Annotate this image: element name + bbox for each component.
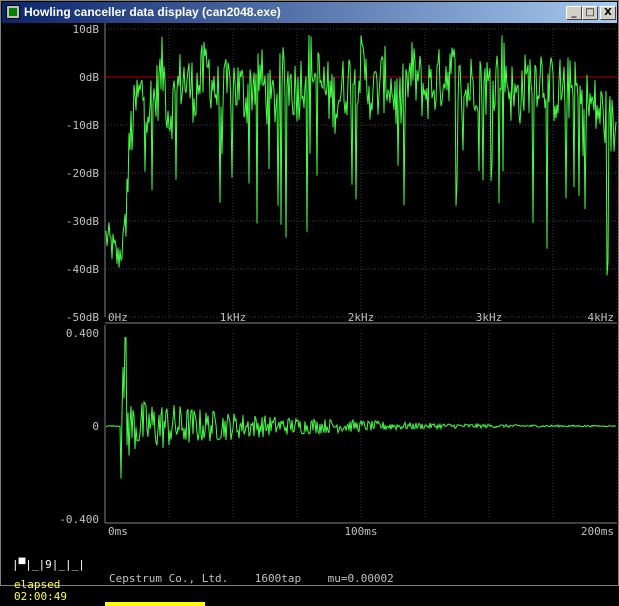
segment-indicator-text: |▀|_|9|_|_|: [12, 558, 85, 571]
elapsed-time: 02:00:49: [14, 590, 67, 603]
footer-info: Cepstrum Co., Ltd. 1600tap mu=0.00002: [109, 572, 394, 585]
spectrum-y-tick-label: -50dB: [66, 311, 99, 324]
client-area: 10dB 0dB -10dB -20dB -30dB -40dB -50dB 0Hz 1kHz 2…: [2, 23, 617, 606]
segment-indicator: |▀|_|9|_|_|: [12, 558, 85, 571]
spectrum-y-tick-label: -30dB: [66, 215, 99, 228]
maximize-button[interactable]: □: [582, 6, 598, 20]
spectrum-y-tick-label: 0dB: [79, 71, 99, 84]
impulse-plot: 0.400 0 -0.400 0ms 100ms 200ms: [59, 325, 617, 538]
spectrum-x-tick-label: 3kHz: [476, 311, 503, 324]
plots-canvas: 10dB 0dB -10dB -20dB -30dB -40dB -50dB 0Hz 1kHz 2…: [59, 23, 617, 538]
spectrum-plot: 10dB 0dB -10dB -20dB -30dB -40dB -50dB 0Hz 1kHz 2…: [66, 23, 617, 324]
spectrum-y-tick-label: -40dB: [66, 263, 99, 276]
spectrum-y-tick-label: -10dB: [66, 119, 99, 132]
app-window: Howling canceller data display (can2048.…: [0, 0, 619, 606]
impulse-y-tick-label: 0: [92, 420, 99, 433]
spectrum-x-tick-label: 2kHz: [348, 311, 375, 324]
spectrum-y-tick-label: 10dB: [73, 23, 100, 36]
close-button[interactable]: X: [600, 6, 616, 20]
impulse-y-tick-label: -0.400: [59, 513, 99, 526]
tap-count: 1600tap: [254, 572, 302, 585]
impulse-x-tick-label: 200ms: [581, 525, 614, 538]
app-icon[interactable]: [6, 5, 20, 19]
mu-value: mu=0.00002: [327, 572, 394, 585]
impulse-x-tick-label: 100ms: [344, 525, 377, 538]
spectrum-y-tick-label: -20dB: [66, 167, 99, 180]
impulse-y-tick-label: 0.400: [66, 327, 99, 340]
window-title: Howling canceller data display (can2048.…: [24, 5, 281, 19]
spectrum-x-tick-label: 4kHz: [588, 311, 615, 324]
minimize-button[interactable]: _: [566, 6, 582, 20]
impulse-x-tick-label: 0ms: [108, 525, 128, 538]
progress-fill: [105, 602, 205, 606]
progress-bar: [105, 602, 505, 606]
spectrum-x-tick-label: 1kHz: [220, 311, 247, 324]
company-name: Cepstrum Co., Ltd.: [109, 572, 229, 585]
spectrum-x-tick-label: 0Hz: [108, 311, 128, 324]
title-bar[interactable]: Howling canceller data display (can2048.…: [2, 2, 617, 23]
